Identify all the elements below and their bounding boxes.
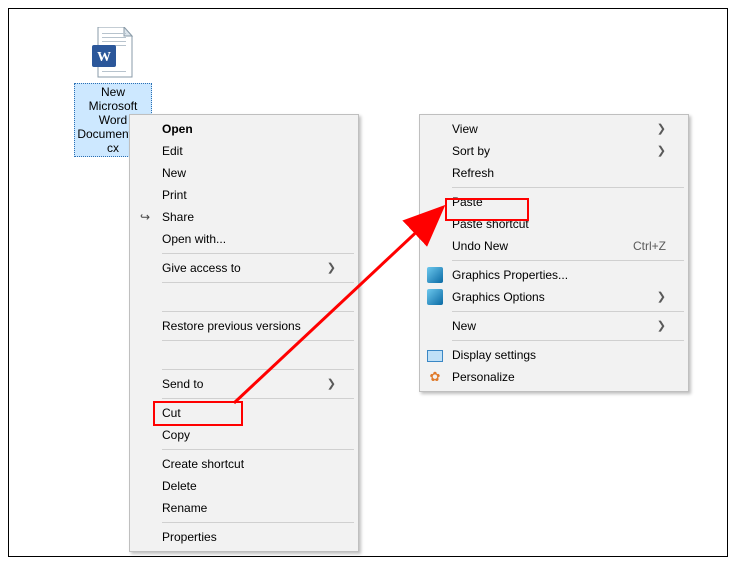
menu-item-label: Refresh <box>452 162 494 184</box>
menu-item-label: Edit <box>162 140 183 162</box>
menu-item-label: Create shortcut <box>162 453 244 475</box>
menu-item-restore-previous-versions[interactable]: Restore previous versions <box>132 315 356 337</box>
chevron-right-icon: ❯ <box>657 286 666 308</box>
personalize-icon: ✿ <box>427 369 443 385</box>
menu-separator <box>162 253 354 254</box>
menu-item-share[interactable]: ↪ Share <box>132 206 356 228</box>
menu-separator <box>452 340 684 341</box>
menu-item-label: New <box>452 315 476 337</box>
menu-item-open-with[interactable]: Open with... <box>132 228 356 250</box>
menu-item-sort-by[interactable]: Sort by ❯ <box>422 140 686 162</box>
file-context-menu: OpenEditNewPrint ↪ ShareOpen with... Give a… <box>129 114 359 552</box>
menu-item-new[interactable]: New <box>132 162 356 184</box>
menu-item-label: Sort by <box>452 140 490 162</box>
menu-item-label: Delete <box>162 475 197 497</box>
menu-item-graphics-properties[interactable]: Graphics Properties... <box>422 264 686 286</box>
menu-item-label: Send to <box>162 373 203 395</box>
menu-item-view[interactable]: View ❯ <box>422 118 686 140</box>
menu-item-label: Graphics Properties... <box>452 264 568 286</box>
menu-item-copy[interactable]: Copy <box>132 424 356 446</box>
intel-icon <box>427 289 443 305</box>
menu-item-label: Open <box>162 118 193 140</box>
menu-separator <box>162 369 354 370</box>
menu-item-refresh[interactable]: Refresh <box>422 162 686 184</box>
menu-item-label: Undo New <box>452 235 508 257</box>
svg-text:W: W <box>97 50 111 65</box>
menu-item-display-settings[interactable]: Display settings <box>422 344 686 366</box>
menu-item-paste[interactable]: Paste <box>422 191 686 213</box>
chevron-right-icon: ❯ <box>327 373 336 395</box>
word-document-icon: W <box>92 27 134 79</box>
menu-item-send-to[interactable]: Send to ❯ <box>132 373 356 395</box>
menu-blank-item <box>132 344 356 366</box>
document-svg: W <box>92 27 134 79</box>
menu-separator <box>452 260 684 261</box>
intel-icon <box>427 267 443 283</box>
chevron-right-icon: ❯ <box>657 140 666 162</box>
menu-separator <box>162 311 354 312</box>
menu-item-give-access-to[interactable]: Give access to ❯ <box>132 257 356 279</box>
menu-separator <box>452 311 684 312</box>
menu-item-new[interactable]: New ❯ <box>422 315 686 337</box>
menu-separator <box>162 340 354 341</box>
menu-item-print[interactable]: Print <box>132 184 356 206</box>
chevron-right-icon: ❯ <box>327 257 336 279</box>
desktop-canvas: W New Microsoft Word Document.docx OpenE… <box>8 8 728 557</box>
menu-item-undo-new[interactable]: Undo New Ctrl+Z <box>422 235 686 257</box>
menu-blank-item <box>132 286 356 308</box>
chevron-right-icon: ❯ <box>657 315 666 337</box>
menu-item-edit[interactable]: Edit <box>132 140 356 162</box>
share-icon: ↪ <box>137 209 153 225</box>
menu-item-label: Copy <box>162 424 190 446</box>
menu-item-label: Graphics Options <box>452 286 545 308</box>
menu-item-label: Give access to <box>162 257 241 279</box>
menu-item-label: Restore previous versions <box>162 315 301 337</box>
menu-item-delete[interactable]: Delete <box>132 475 356 497</box>
chevron-right-icon: ❯ <box>657 118 666 140</box>
menu-item-personalize[interactable]: ✿ Personalize <box>422 366 686 388</box>
monitor-icon <box>427 347 443 363</box>
menu-item-label: Display settings <box>452 344 536 366</box>
menu-item-open[interactable]: Open <box>132 118 356 140</box>
menu-separator <box>162 449 354 450</box>
menu-item-label: Paste shortcut <box>452 213 529 235</box>
menu-shortcut: Ctrl+Z <box>633 235 666 257</box>
menu-item-label: Share <box>162 206 194 228</box>
menu-item-label: Personalize <box>452 366 515 388</box>
menu-item-label: Rename <box>162 497 207 519</box>
menu-item-label: Print <box>162 184 187 206</box>
menu-separator <box>162 282 354 283</box>
menu-item-label: New <box>162 162 186 184</box>
menu-item-rename[interactable]: Rename <box>132 497 356 519</box>
menu-item-graphics-options[interactable]: Graphics Options ❯ <box>422 286 686 308</box>
menu-item-create-shortcut[interactable]: Create shortcut <box>132 453 356 475</box>
desktop-context-menu: View ❯ Sort by ❯ Refresh PastePaste shortcutU… <box>419 114 689 392</box>
menu-separator <box>452 187 684 188</box>
menu-item-cut[interactable]: Cut <box>132 402 356 424</box>
menu-item-paste-shortcut[interactable]: Paste shortcut <box>422 213 686 235</box>
menu-item-label: Paste <box>452 191 483 213</box>
menu-separator <box>162 398 354 399</box>
menu-item-label: Open with... <box>162 228 226 250</box>
menu-item-label: View <box>452 118 478 140</box>
menu-separator <box>162 522 354 523</box>
menu-item-properties[interactable]: Properties <box>132 526 356 548</box>
menu-item-label: Cut <box>162 402 181 424</box>
menu-item-label: Properties <box>162 526 217 548</box>
